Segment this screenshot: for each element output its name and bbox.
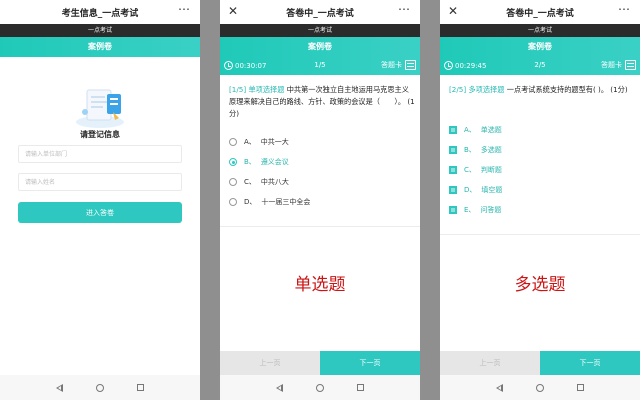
window-title: 答卷中_一点考试	[286, 8, 354, 19]
question-body: 一点考试系统支持的题型有( )。 (1分)	[504, 85, 628, 94]
option-d[interactable]: D、 十一届三中全会	[229, 192, 409, 212]
option-list: A、 单选题 B、 多选题 C、 判断题 D、 填空题 E、 问答题	[449, 120, 629, 220]
option-list: A、 中共一大 B、 遵义会议 C、 中共八大 D、 十一届三中全会	[229, 132, 409, 212]
back-icon[interactable]	[56, 383, 63, 392]
divider	[220, 226, 420, 227]
window-title: 答卷中_一点考试	[506, 8, 574, 19]
window-title: 考生信息_一点考试	[61, 8, 139, 19]
recent-apps-icon[interactable]	[577, 384, 584, 391]
brand-bar: 一点考试	[440, 24, 640, 37]
android-nav-bar	[440, 375, 640, 400]
answer-card-label: 答题卡	[381, 61, 402, 69]
android-nav-bar	[0, 375, 200, 400]
radio-checked-icon	[229, 158, 237, 166]
close-icon[interactable]: ✕	[448, 4, 458, 18]
option-c[interactable]: C、 中共八大	[229, 172, 409, 192]
home-icon[interactable]	[316, 383, 324, 392]
option-d[interactable]: D、 填空题	[449, 180, 629, 200]
exam-status-bar: 00:30:07 1/5 答题卡	[220, 57, 420, 75]
more-icon[interactable]: ⋯	[398, 2, 410, 16]
exam-status-bar: 00:29:45 2/5 答题卡	[440, 57, 640, 75]
multi-choice-screen: ✕ 答卷中_一点考试 ⋯ 一点考试 案例卷 00:29:45 2/5 答题卡 […	[440, 0, 640, 400]
annotation-label: 多选题	[514, 275, 566, 295]
pager: 上一页 下一页	[220, 351, 420, 375]
department-input[interactable]	[18, 145, 182, 163]
option-b[interactable]: B、 多选题	[449, 140, 629, 160]
home-icon[interactable]	[96, 383, 104, 392]
radio-icon	[229, 198, 237, 206]
option-c[interactable]: C、 判断题	[449, 160, 629, 180]
option-a[interactable]: A、 单选题	[449, 120, 629, 140]
exam-header: 案例卷	[0, 37, 200, 57]
enter-exam-button[interactable]: 进入答卷	[18, 202, 182, 223]
question-text: [2/5] 多项选择题 一点考试系统支持的题型有( )。 (1分)	[449, 84, 635, 96]
name-input[interactable]	[18, 173, 182, 191]
recent-apps-icon[interactable]	[137, 384, 144, 391]
checkbox-checked-icon	[449, 126, 457, 134]
prev-page-button[interactable]: 上一页	[440, 351, 540, 375]
answer-card-button[interactable]: 答题卡	[601, 60, 636, 70]
login-screen: 考生信息_一点考试 ⋯ 一点考试 案例卷 请登记信息 进入答卷	[0, 0, 200, 400]
android-nav-bar	[220, 375, 420, 400]
window-titlebar: ✕ 答卷中_一点考试 ⋯	[440, 0, 640, 24]
prev-page-button[interactable]: 上一页	[220, 351, 320, 375]
close-icon[interactable]: ✕	[228, 4, 238, 18]
question-type-tag: [2/5] 多项选择题	[449, 85, 505, 94]
question-text: [1/5] 单项选择题 中共第一次独立自主地运用马克思主义原理来解决自己的路线、…	[229, 84, 415, 120]
radio-icon	[229, 138, 237, 146]
clipboard-illustration-icon	[76, 89, 124, 128]
window-titlebar: 考生信息_一点考试 ⋯	[0, 0, 200, 24]
answer-card-label: 答题卡	[601, 61, 622, 69]
option-a[interactable]: A、 中共一大	[229, 132, 409, 152]
back-icon[interactable]	[276, 383, 283, 392]
exam-header: 案例卷	[220, 37, 420, 57]
register-title: 请登记信息	[80, 130, 120, 139]
pager: 上一页 下一页	[440, 351, 640, 375]
more-icon[interactable]: ⋯	[178, 2, 190, 16]
radio-icon	[229, 178, 237, 186]
option-e[interactable]: E、 问答题	[449, 200, 629, 220]
brand-bar: 一点考试	[220, 24, 420, 37]
checkbox-checked-icon	[449, 186, 457, 194]
next-page-button[interactable]: 下一页	[320, 351, 420, 375]
exam-header: 案例卷	[440, 37, 640, 57]
more-icon[interactable]: ⋯	[618, 2, 630, 16]
annotation-label: 单选题	[294, 275, 346, 295]
single-choice-screen: ✕ 答卷中_一点考试 ⋯ 一点考试 案例卷 00:30:07 1/5 答题卡 […	[220, 0, 420, 400]
recent-apps-icon[interactable]	[357, 384, 364, 391]
question-type-tag: [1/5] 单项选择题	[229, 85, 285, 94]
checkbox-checked-icon	[449, 166, 457, 174]
checkbox-checked-icon	[449, 206, 457, 214]
answer-card-icon	[405, 60, 416, 70]
brand-bar: 一点考试	[0, 24, 200, 37]
home-icon[interactable]	[536, 383, 544, 392]
option-b[interactable]: B、 遵义会议	[229, 152, 409, 172]
divider	[440, 234, 640, 235]
answer-card-icon	[625, 60, 636, 70]
checkbox-checked-icon	[449, 146, 457, 154]
next-page-button[interactable]: 下一页	[540, 351, 640, 375]
back-icon[interactable]	[496, 383, 503, 392]
window-titlebar: ✕ 答卷中_一点考试 ⋯	[220, 0, 420, 24]
answer-card-button[interactable]: 答题卡	[381, 60, 416, 70]
